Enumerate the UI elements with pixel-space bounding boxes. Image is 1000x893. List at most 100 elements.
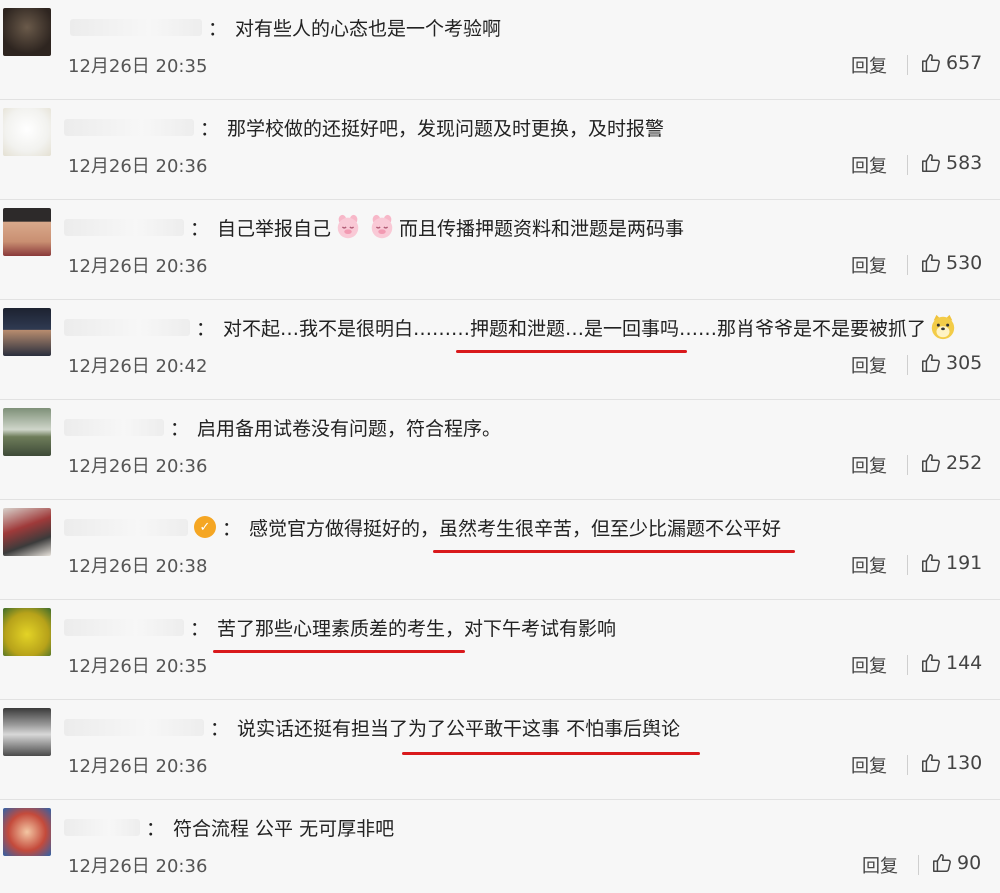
action-divider (907, 555, 908, 575)
comment-timestamp: 12月26日 20:42 (68, 356, 208, 377)
like-button[interactable]: 530 (920, 252, 982, 274)
highlighted-text-content: 苦了那些心理素质差的考生 (217, 617, 446, 640)
avatar[interactable] (3, 608, 51, 656)
thumbs-up-icon[interactable] (920, 652, 946, 674)
verified-badge-icon: ✓ (194, 516, 216, 538)
comment-text-line: ： 启用备用试卷没有问题，符合程序。 (64, 411, 501, 443)
comment-text: ，对下午考试有影响 (445, 617, 617, 640)
username-colon: ： (200, 117, 220, 140)
comment-text-line: ： 自己举报自己 而且传播押题资料和泄题是两码事 (64, 211, 684, 243)
reply-button[interactable]: 回复 (862, 852, 898, 878)
like-button[interactable]: 583 (920, 152, 982, 174)
red-underline-annotation (456, 349, 688, 353)
reply-button[interactable]: 回复 (851, 252, 887, 278)
highlighted-comment-text: 苦了那些心理素质差的考生 (213, 614, 466, 653)
comment-text: 而且传播押题资料和泄题是两码事 (399, 217, 685, 240)
comment-timestamp: 12月26日 20:36 (68, 156, 208, 177)
avatar[interactable] (3, 8, 51, 56)
comment-text: 对不起…我不是很明白……… (223, 317, 471, 340)
like-button[interactable]: 90 (931, 852, 981, 874)
comment-text-line: ： 苦了那些心理素质差的考生 ，对下午考试有影响 (64, 611, 617, 653)
like-count: 305 (946, 352, 983, 374)
like-count: 583 (946, 152, 983, 174)
thumbs-up-icon[interactable] (920, 452, 946, 474)
reply-button[interactable]: 回复 (851, 752, 887, 778)
action-divider (907, 155, 908, 175)
username-redacted[interactable] (64, 818, 140, 836)
username-redacted[interactable] (64, 318, 190, 336)
username-redacted[interactable] (64, 618, 184, 636)
thumbs-up-icon[interactable] (920, 252, 946, 274)
like-count: 191 (946, 552, 983, 574)
avatar[interactable] (3, 508, 51, 556)
comment-timestamp: 12月26日 20:36 (68, 256, 208, 277)
red-underline-annotation (433, 549, 796, 553)
highlighted-text-content: 押题和泄题…是一回事吗 (470, 317, 680, 340)
comment-text: 那学校做的还挺好吧，发现问题及时更换，及时报警 (227, 117, 665, 140)
thumbs-up-icon[interactable] (920, 352, 946, 374)
comment-text-line: ： 对不起…我不是很明白……… 押题和泄题…是一回事吗 ……那肖爷爷是不是要被抓了 (64, 311, 960, 353)
username-redacted[interactable] (64, 218, 184, 236)
username-redacted[interactable] (70, 18, 202, 36)
comment-text: 自己举报自己 (217, 217, 332, 240)
comment-timestamp: 12月26日 20:36 (68, 456, 208, 477)
action-divider (907, 655, 908, 675)
comment-text: 符合流程 公平 无可厚非吧 (173, 817, 395, 840)
reply-button[interactable]: 回复 (851, 452, 887, 478)
action-divider (918, 855, 919, 875)
avatar[interactable] (3, 708, 51, 756)
comment-timestamp: 12月26日 20:38 (68, 556, 208, 577)
username-redacted[interactable] (64, 518, 188, 536)
reply-button[interactable]: 回复 (851, 552, 887, 578)
avatar[interactable] (3, 108, 51, 156)
comment-text: 说实话还挺有担当了 (237, 717, 409, 740)
username-colon: ： (170, 417, 190, 440)
username-redacted[interactable] (64, 118, 194, 136)
username-colon: ： (190, 217, 210, 240)
pig-face-emoji-icon (333, 212, 363, 242)
thumbs-up-icon[interactable] (931, 852, 957, 874)
reply-button[interactable]: 回复 (851, 352, 887, 378)
like-button[interactable]: 252 (920, 452, 982, 474)
comment-item: ： 对有些人的心态也是一个考验啊 12月26日 20:35 回复 657 (0, 0, 1000, 100)
like-count: 90 (957, 852, 982, 874)
highlighted-comment-text: 押题和泄题…是一回事吗 (456, 314, 688, 353)
avatar[interactable] (3, 808, 51, 856)
comment-item: ： 符合流程 公平 无可厚非吧 12月26日 20:36 回复 90 (0, 800, 1000, 893)
avatar[interactable] (3, 308, 51, 356)
comment-text: ……那肖爷爷是不是要被抓了 (679, 317, 927, 340)
reply-button[interactable]: 回复 (851, 52, 887, 78)
pig-face-emoji-icon (367, 212, 397, 242)
like-button[interactable]: 130 (920, 752, 982, 774)
username-redacted[interactable] (64, 718, 204, 736)
avatar[interactable] (3, 208, 51, 256)
username-colon: ： (208, 17, 228, 40)
reply-button[interactable]: 回复 (851, 152, 887, 178)
username-colon: ： (196, 317, 216, 340)
reply-button[interactable]: 回复 (851, 652, 887, 678)
action-divider (907, 255, 908, 275)
comment-text-line: ： 那学校做的还挺好吧，发现问题及时更换，及时报警 (64, 111, 664, 143)
comment-item: ： 苦了那些心理素质差的考生 ，对下午考试有影响 12月26日 20:35 回复 144 (0, 600, 1000, 700)
like-button[interactable]: 305 (920, 352, 982, 374)
username-redacted[interactable] (64, 418, 164, 436)
like-button[interactable]: 191 (920, 552, 982, 574)
comment-text-line: ✓ ： 感觉官方做得挺好的， 虽然考生很辛苦，但至少比漏题不公平好 (64, 511, 796, 553)
avatar[interactable] (3, 408, 51, 456)
comment-item: ✓ ： 感觉官方做得挺好的， 虽然考生很辛苦，但至少比漏题不公平好 12月26日 20:… (0, 500, 1000, 600)
like-button[interactable]: 657 (920, 52, 982, 74)
red-underline-annotation (213, 649, 466, 653)
like-count: 144 (946, 652, 983, 674)
like-button[interactable]: 144 (920, 652, 982, 674)
thumbs-up-icon[interactable] (920, 152, 946, 174)
username-colon: ： (210, 717, 230, 740)
comment-text: 启用备用试卷没有问题，符合程序。 (197, 417, 502, 440)
thumbs-up-icon[interactable] (920, 52, 946, 74)
action-divider (907, 755, 908, 775)
doge-emoji-icon (928, 312, 958, 342)
thumbs-up-icon[interactable] (920, 552, 946, 574)
comment-item: ： 自己举报自己 而且传播押题资料和泄题是两码事 12月26日 20:36 回复 530 (0, 200, 1000, 300)
highlighted-comment-text: 虽然考生很辛苦，但至少比漏题不公平好 (433, 514, 796, 553)
comment-item: ： 那学校做的还挺好吧，发现问题及时更换，及时报警 12月26日 20:36 回复 58… (0, 100, 1000, 200)
thumbs-up-icon[interactable] (920, 752, 946, 774)
